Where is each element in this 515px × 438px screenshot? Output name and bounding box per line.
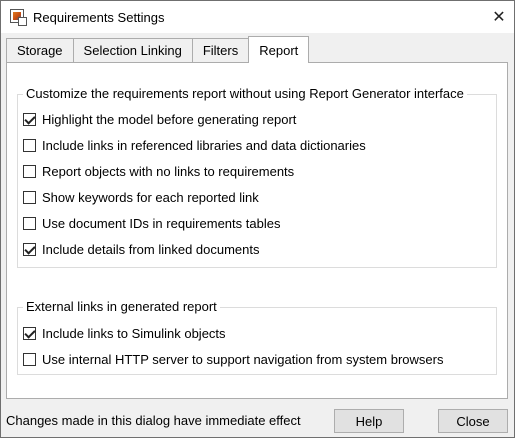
include-linked-details-checkbox[interactable] xyxy=(23,242,36,256)
report-customization-group: Customize the requirements report withou… xyxy=(17,86,497,268)
option-label: Use internal HTTP server to support navi… xyxy=(42,351,444,367)
option-report-unlinked-objects[interactable]: Report objects with no links to requirem… xyxy=(23,162,294,180)
help-button[interactable]: Help xyxy=(334,409,404,433)
internal-http-server-checkbox[interactable] xyxy=(23,352,36,366)
option-label: Use document IDs in requirements tables xyxy=(42,215,281,231)
tab-report[interactable]: Report xyxy=(248,36,310,63)
tab-selection-linking[interactable]: Selection Linking xyxy=(72,38,193,62)
close-button[interactable]: Close xyxy=(438,409,508,433)
option-label: Include details from linked documents xyxy=(42,241,260,257)
tab-bar: Storage Selection Linking Filters Report xyxy=(6,36,310,63)
option-highlight-model[interactable]: Highlight the model before generating re… xyxy=(23,110,296,128)
report-group-title: Customize the requirements report withou… xyxy=(23,86,467,101)
option-label: Include links in referenced libraries an… xyxy=(42,137,366,153)
report-unlinked-objects-checkbox[interactable] xyxy=(23,164,36,178)
option-label: Highlight the model before generating re… xyxy=(42,111,297,127)
option-label: Show keywords for each reported link xyxy=(42,189,259,205)
external-links-group: External links in generated report Inclu… xyxy=(17,299,497,375)
include-simulink-links-checkbox[interactable] xyxy=(23,326,36,340)
status-message: Changes made in this dialog have immedia… xyxy=(6,413,301,428)
report-tab-panel: Customize the requirements report withou… xyxy=(6,62,508,399)
option-label: Report objects with no links to requirem… xyxy=(42,163,295,179)
show-keywords-checkbox[interactable] xyxy=(23,190,36,204)
option-label: Include links to Simulink objects xyxy=(42,325,226,341)
option-include-simulink-links[interactable]: Include links to Simulink objects xyxy=(23,324,226,342)
option-include-linked-details[interactable]: Include details from linked documents xyxy=(23,240,260,258)
option-include-library-links[interactable]: Include links in referenced libraries an… xyxy=(23,136,366,154)
option-use-document-ids[interactable]: Use document IDs in requirements tables xyxy=(23,214,280,232)
include-library-links-checkbox[interactable] xyxy=(23,138,36,152)
matlab-app-icon xyxy=(10,9,27,26)
option-show-keywords[interactable]: Show keywords for each reported link xyxy=(23,188,259,206)
highlight-model-checkbox[interactable] xyxy=(23,112,36,126)
title-bar: Requirements Settings ✕ xyxy=(1,1,514,33)
status-bar: Changes made in this dialog have immedia… xyxy=(1,405,514,437)
tab-storage[interactable]: Storage xyxy=(6,38,74,62)
requirements-settings-dialog: Requirements Settings ✕ Storage Selectio… xyxy=(0,0,515,438)
use-document-ids-checkbox[interactable] xyxy=(23,216,36,230)
tab-filters[interactable]: Filters xyxy=(191,38,250,62)
close-icon[interactable]: ✕ xyxy=(484,1,514,33)
window-title: Requirements Settings xyxy=(33,10,165,25)
option-internal-http-server[interactable]: Use internal HTTP server to support navi… xyxy=(23,350,443,368)
external-group-title: External links in generated report xyxy=(23,299,220,314)
